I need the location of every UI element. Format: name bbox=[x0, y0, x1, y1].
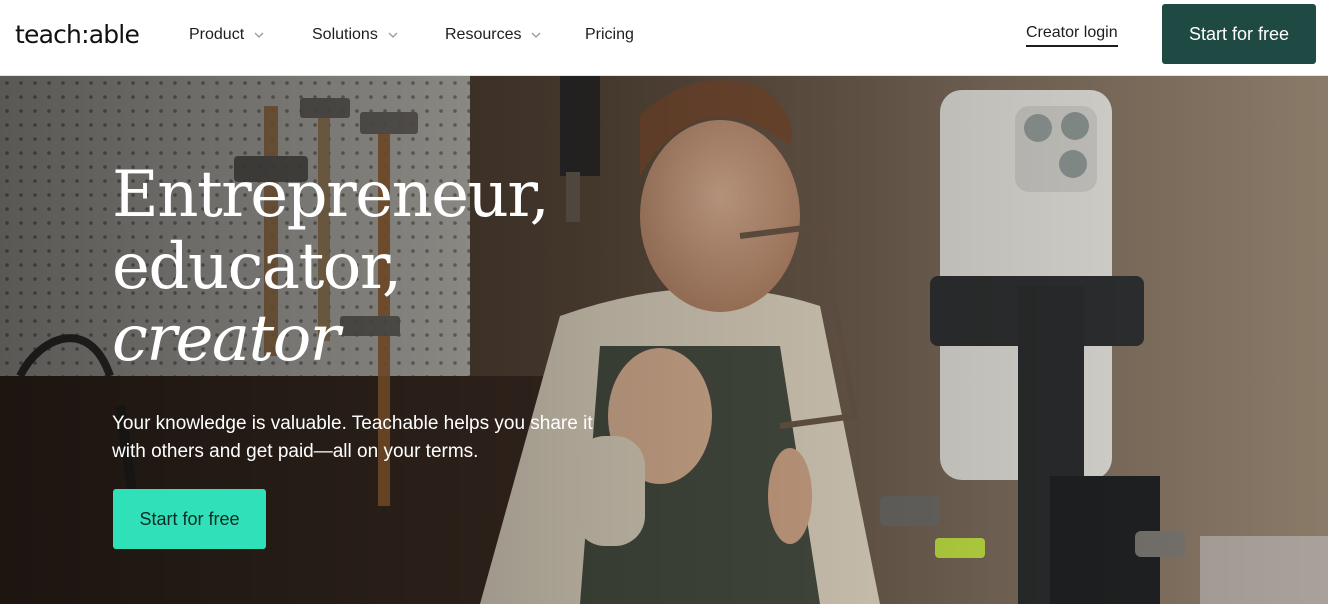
top-navigation: teach:able Product Solutions Resources P… bbox=[0, 0, 1328, 76]
main-menu: Product Solutions Resources Pricing bbox=[189, 0, 634, 70]
menu-item-label: Resources bbox=[445, 26, 522, 43]
chevron-down-icon bbox=[532, 32, 541, 38]
menu-item-label: Product bbox=[189, 26, 245, 43]
menu-item-pricing[interactable]: Pricing bbox=[585, 26, 634, 44]
chevron-down-icon bbox=[254, 32, 264, 38]
chevron-down-icon bbox=[388, 32, 398, 38]
menu-item-label: Solutions bbox=[312, 26, 378, 43]
headline-line-emphasis: creator bbox=[112, 302, 340, 376]
headline-line: Entrepreneur, bbox=[112, 158, 550, 232]
menu-item-label: Pricing bbox=[585, 26, 634, 43]
hero-start-for-free-button[interactable]: Start for free bbox=[113, 489, 266, 549]
teachable-logo[interactable]: teach:able bbox=[15, 20, 140, 49]
menu-item-solutions[interactable]: Solutions bbox=[312, 26, 445, 44]
menu-item-product[interactable]: Product bbox=[189, 26, 312, 44]
headline-line: educator, bbox=[112, 230, 402, 304]
hero-subtitle: Your knowledge is valuable. Teachable he… bbox=[112, 413, 593, 462]
start-for-free-button[interactable]: Start for free bbox=[1162, 4, 1316, 64]
menu-item-resources[interactable]: Resources bbox=[445, 26, 585, 44]
creator-login-link[interactable]: Creator login bbox=[1026, 24, 1118, 47]
hero-section: Entrepreneur, educator, creator Your kno… bbox=[0, 76, 1328, 604]
hero-headline: Entrepreneur, educator, creator bbox=[112, 158, 550, 376]
